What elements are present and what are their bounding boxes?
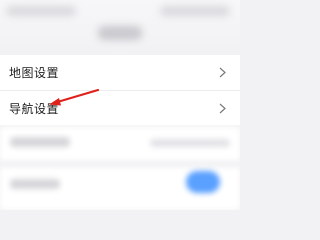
map-settings-item[interactable]: 地图设置 (0, 55, 240, 90)
blurred-settings-section (0, 127, 240, 210)
status-bar-left (6, 6, 76, 16)
section-divider (0, 161, 240, 167)
blurred-setting-label (10, 137, 70, 147)
status-and-header-area (0, 0, 240, 52)
navigation-settings-label: 导航设置 (9, 101, 60, 116)
status-bar-right (160, 6, 230, 16)
map-settings-label: 地图设置 (9, 66, 60, 80)
blurred-setting-value (150, 139, 230, 147)
toggle-switch[interactable] (186, 171, 220, 193)
chevron-right-icon (219, 103, 226, 114)
settings-screen: 地图设置 导航设置 (0, 0, 240, 210)
blurred-setting-label (10, 179, 60, 189)
settings-list: 地图设置 导航设置 (0, 55, 240, 125)
navigation-settings-item[interactable]: 导航设置 (0, 90, 240, 125)
chevron-right-icon (219, 67, 226, 78)
page-title (98, 26, 142, 40)
